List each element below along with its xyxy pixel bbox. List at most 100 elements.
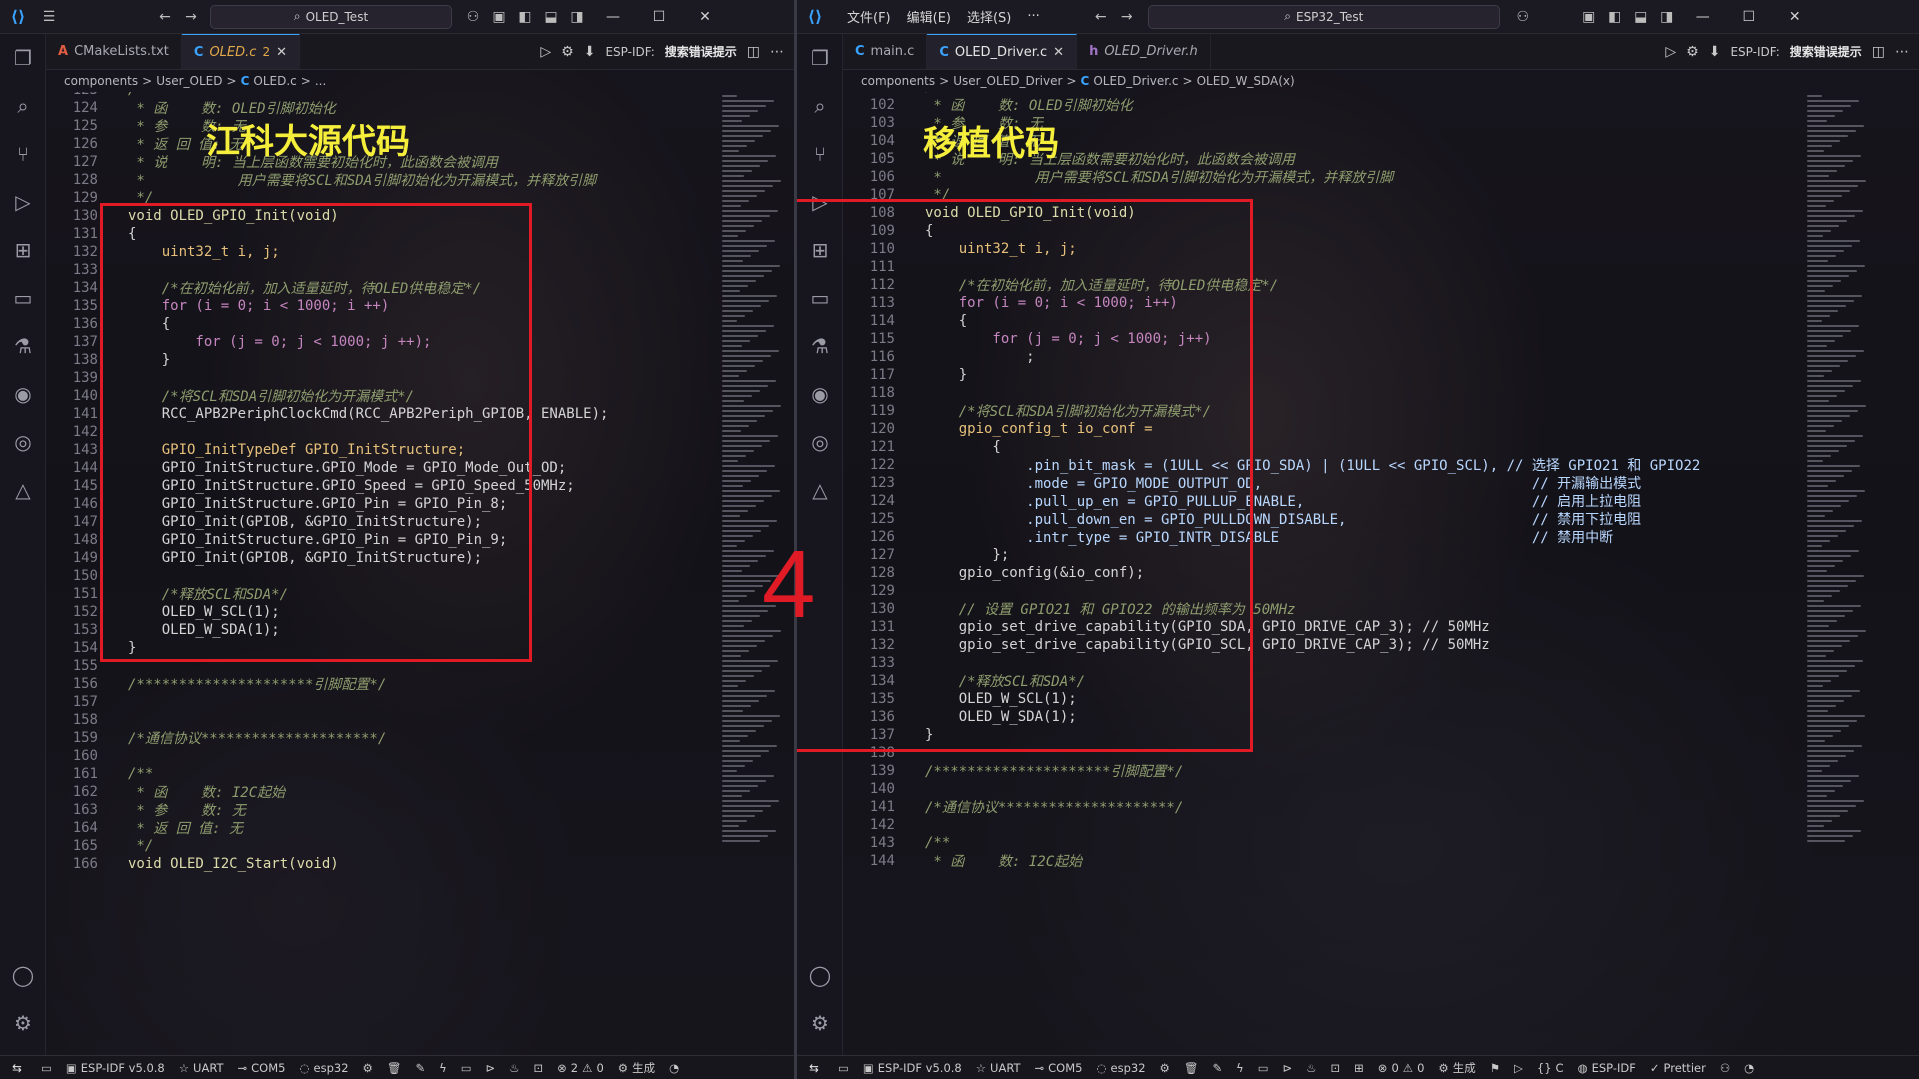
search-icon[interactable]: ⌕ [797,82,843,130]
command-center-search[interactable]: ⌕ ESP32_Test [1147,4,1500,29]
line-number[interactable]: 134 [46,280,106,296]
flag-icon[interactable]: ⚑ [1483,1061,1507,1075]
menu-file[interactable]: 文件(F) [839,7,899,26]
line-number[interactable]: 141 [46,406,106,422]
settings-gear-icon[interactable]: ⚙ [0,999,46,1047]
line-number[interactable]: 156 [46,676,106,692]
status-uart[interactable]: ☆ UART [172,1061,231,1075]
line-number[interactable]: 126 [46,136,106,152]
minimize-icon[interactable]: — [1680,0,1726,34]
flash-icon[interactable]: ϟ [432,1061,454,1075]
explorer-icon[interactable]: ❐ [797,34,843,82]
breadcrumb-item[interactable]: User_OLED_Driver [953,74,1062,88]
toggle-panel-icon[interactable]: ⬓ [1628,4,1654,30]
wrench-icon[interactable]: ✎ [408,1061,432,1075]
testing-icon[interactable]: ⚗ [0,322,46,370]
status-port[interactable]: ⊸ COM5 [231,1061,293,1075]
source-control-icon[interactable]: ⑂ [797,130,843,178]
maximize-icon[interactable]: ☐ [636,0,682,34]
line-number[interactable]: 104 [843,133,903,149]
run-icon[interactable]: ▷ [1665,44,1676,60]
breadcrumb-item[interactable]: components [64,74,138,88]
line-number[interactable]: 124 [46,100,106,116]
esp-build-icon[interactable]: ⬇ [1709,44,1721,60]
close-tab-icon[interactable]: ✕ [1053,45,1064,60]
copilot-icon[interactable]: ⚇ [1510,4,1536,30]
line-number[interactable]: 142 [46,424,106,440]
line-number[interactable]: 133 [46,262,106,278]
forward-arrow-icon[interactable]: → [1114,4,1140,30]
settings-gear-icon[interactable]: ⚙ [1153,1061,1177,1075]
status-esp-idf-version[interactable]: ▣ ESP-IDF v5.0.8 [59,1061,172,1075]
code-line[interactable]: 166 void OLED_I2C_Start(void) [46,853,339,875]
explorer-icon[interactable]: ❐ [0,34,46,82]
status-build[interactable]: ⚙ 生成 [1431,1060,1482,1076]
terminal-icon[interactable]: ⊡ [1324,1061,1348,1075]
breadcrumb-item[interactable]: components [861,74,935,88]
line-number[interactable]: 159 [46,730,106,746]
breadcrumb-item[interactable]: OLED.c [253,74,296,88]
line-number[interactable]: 127 [46,154,106,170]
line-number[interactable]: 140 [46,388,106,404]
monitor-icon[interactable]: ▭ [454,1061,479,1075]
line-number[interactable]: 146 [46,496,106,512]
line-number[interactable]: 137 [46,334,106,350]
remote-explorer-icon[interactable]: ▭ [0,274,46,322]
line-number[interactable]: 132 [46,244,106,260]
line-number[interactable]: 142 [843,817,903,833]
close-window-icon[interactable]: ✕ [682,0,728,34]
flame-icon[interactable]: ♨ [1299,1061,1323,1075]
remote-icon[interactable]: ⇆ [0,1056,34,1079]
line-number[interactable]: 151 [46,586,106,602]
line-number[interactable]: 145 [46,478,106,494]
flash-icon[interactable]: ϟ [1229,1061,1251,1075]
command-center-search[interactable]: ⌕ OLED_Test [210,4,452,29]
esp-idf-explorer-icon[interactable]: △ [0,466,46,514]
minimize-icon[interactable]: — [590,0,636,34]
layout-customize-icon[interactable]: ▣ [486,4,512,30]
line-number[interactable]: 102 [843,97,903,113]
trash-icon[interactable]: 🗑 [380,1061,409,1075]
run-debug-icon[interactable]: ▷ [0,178,46,226]
toggle-secondary-sidebar-icon[interactable]: ◨ [1654,4,1680,30]
line-number[interactable]: 125 [46,118,106,134]
line-number[interactable]: 128 [46,172,106,188]
menu-selection[interactable]: 选择(S) [959,7,1019,26]
source-control-icon[interactable]: ⑂ [0,130,46,178]
notifications-bell-icon[interactable]: ◔ [1737,1061,1761,1075]
breadcrumb-item[interactable]: OLED_Driver.c [1093,74,1178,88]
debug-icon[interactable]: ⊳ [479,1061,503,1075]
line-number[interactable]: 149 [46,550,106,566]
toggle-sidebar-icon[interactable]: ◧ [1602,4,1628,30]
bell-icon[interactable]: ◔ [662,1061,686,1075]
line-number[interactable]: 160 [46,748,106,764]
back-arrow-icon[interactable]: ← [152,4,178,30]
maximize-icon[interactable]: ☐ [1726,0,1772,34]
tab-cmakelists[interactable]: A CMakeLists.txt [46,34,182,69]
menu-edit[interactable]: 编辑(E) [899,7,959,26]
hamburger-menu-icon[interactable]: ☰ [36,4,62,30]
line-number[interactable]: 154 [46,640,106,656]
problems-status[interactable]: ⊗ 0 ⚠ 0 [1371,1061,1432,1075]
line-number[interactable]: 150 [46,568,106,584]
new-terminal-icon[interactable]: ⊞ [1347,1061,1371,1075]
split-editor-icon[interactable]: ◫ [747,44,760,60]
line-number[interactable]: 136 [46,316,106,332]
trash-icon[interactable]: 🗑 [1177,1061,1206,1075]
line-number[interactable]: 131 [46,226,106,242]
terminal-icon[interactable]: ⊡ [527,1061,551,1075]
status-esp-idf[interactable]: ◍ ESP-IDF [1571,1061,1643,1075]
tab-oled-c[interactable]: C OLED.c 2 ✕ [181,34,300,69]
line-number[interactable]: 106 [843,169,903,185]
line-number[interactable]: 143 [46,442,106,458]
breadcrumb-item[interactable]: User_OLED [156,74,222,88]
settings-gear-icon[interactable]: ⚙ [797,999,843,1047]
tab-oled-driver-c[interactable]: C OLED_Driver.c ✕ [927,34,1078,69]
remote-icon[interactable]: ⇆ [797,1056,831,1079]
line-number[interactable]: 140 [843,781,903,797]
line-number[interactable]: 166 [46,856,106,872]
line-number[interactable]: 157 [46,694,106,710]
menu-more[interactable]: ··· [1019,9,1047,24]
line-number[interactable]: 155 [46,658,106,674]
debug-icon[interactable]: ⊳ [1276,1061,1300,1075]
